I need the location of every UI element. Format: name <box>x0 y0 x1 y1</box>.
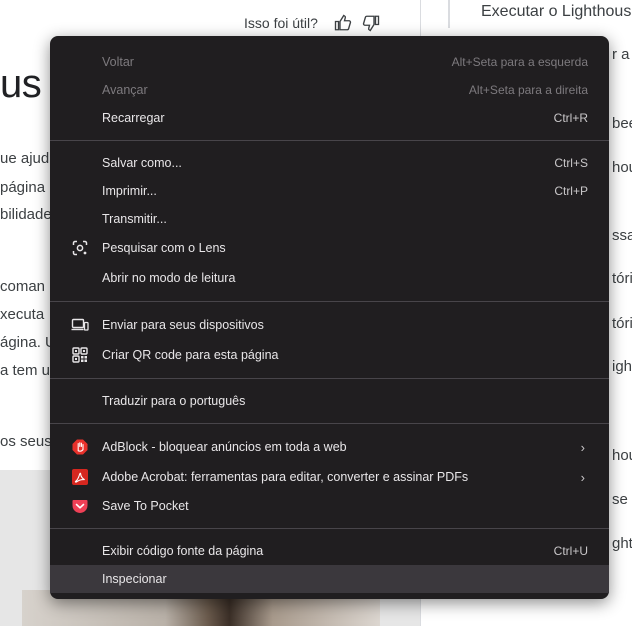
menu-item-label: Save To Pocket <box>102 499 189 513</box>
menu-item-view-source[interactable]: Exibir código fonte da página Ctrl+U <box>50 537 609 565</box>
feedback-label: Isso foi útil? <box>244 15 318 31</box>
menu-item-inspect[interactable]: Inspecionar <box>50 565 609 593</box>
menu-separator <box>50 140 609 141</box>
menu-separator <box>50 301 609 302</box>
menu-item-reload[interactable]: Recarregar Ctrl+R <box>50 104 609 132</box>
chevron-right-icon: › <box>580 439 585 455</box>
menu-item-label: Recarregar <box>102 111 165 125</box>
menu-item-shortcut: Ctrl+R <box>553 111 588 125</box>
context-menu: Voltar Alt+Seta para a esquerda Avançar … <box>50 36 609 599</box>
toc-item[interactable]: bee <box>612 115 632 132</box>
menu-item-lens[interactable]: Pesquisar com o Lens <box>50 233 609 263</box>
menu-item-adobe-acrobat[interactable]: Adobe Acrobat: ferramentas para editar, … <box>50 462 609 492</box>
menu-item-adblock[interactable]: AdBlock - bloquear anúncios em toda a we… <box>50 432 609 462</box>
toc-item[interactable]: hous <box>612 447 632 464</box>
menu-item-label: Salvar como... <box>102 156 182 170</box>
menu-separator <box>50 378 609 379</box>
article-text: ágina. U <box>0 334 56 351</box>
toc-item[interactable]: igh <box>612 358 632 375</box>
menu-item-shortcut: Ctrl+U <box>553 544 588 558</box>
adblock-icon <box>71 438 89 456</box>
menu-item-label: Abrir no modo de leitura <box>102 271 236 285</box>
article-text: bilidade <box>0 206 52 223</box>
toc-item[interactable]: ghtl <box>612 535 632 552</box>
menu-item-label: Imprimir... <box>102 184 157 198</box>
menu-item-label: Enviar para seus dispositivos <box>102 318 264 332</box>
menu-item-send-to-devices[interactable]: Enviar para seus dispositivos <box>50 310 609 340</box>
chevron-right-icon: › <box>580 469 585 485</box>
menu-item-save-as[interactable]: Salvar como... Ctrl+S <box>50 149 609 177</box>
menu-item-label: Voltar <box>102 55 134 69</box>
menu-item-back[interactable]: Voltar Alt+Seta para a esquerda <box>50 48 609 76</box>
menu-item-label: Criar QR code para esta página <box>102 348 279 362</box>
toc-item[interactable]: tóri <box>612 270 632 287</box>
menu-separator <box>50 528 609 529</box>
menu-item-label: Pesquisar com o Lens <box>102 241 226 255</box>
menu-item-label: AdBlock - bloquear anúncios em toda a we… <box>102 440 347 454</box>
menu-item-shortcut: Alt+Seta para a esquerda <box>451 55 588 69</box>
qr-code-icon <box>71 346 89 364</box>
acrobat-icon <box>71 468 89 486</box>
menu-item-label: Adobe Acrobat: ferramentas para editar, … <box>102 470 469 484</box>
menu-separator <box>50 423 609 424</box>
article-text: a tem u <box>0 362 51 379</box>
menu-item-label: Traduzir para o português <box>102 394 246 408</box>
menu-item-translate[interactable]: Traduzir para o português <box>50 387 609 415</box>
toc-item[interactable]: se <box>612 491 628 508</box>
menu-item-label: Avançar <box>102 83 148 97</box>
menu-item-cast[interactable]: Transmitir... <box>50 205 609 233</box>
menu-item-qr-code[interactable]: Criar QR code para esta página <box>50 340 609 370</box>
article-text: página <box>0 179 46 196</box>
menu-item-label: Inspecionar <box>102 572 167 586</box>
feedback-bar: Isso foi útil? <box>244 14 380 32</box>
article-heading: us <box>0 62 42 106</box>
devices-icon <box>71 316 89 334</box>
menu-item-print[interactable]: Imprimir... Ctrl+P <box>50 177 609 205</box>
lens-icon <box>71 239 89 257</box>
menu-item-reading-mode[interactable]: Abrir no modo de leitura <box>50 263 609 293</box>
toc-item[interactable]: r a <box>612 46 630 63</box>
toc-item[interactable]: ssar <box>612 227 632 244</box>
toc-item[interactable]: tóri <box>612 315 632 332</box>
menu-item-label: Transmitir... <box>102 212 167 226</box>
menu-item-shortcut: Ctrl+S <box>554 156 588 170</box>
toc-item[interactable]: hous <box>612 159 632 176</box>
thumbs-up-icon[interactable] <box>334 14 352 32</box>
article-text: ue ajud <box>0 150 50 167</box>
menu-item-forward[interactable]: Avançar Alt+Seta para a direita <box>50 76 609 104</box>
menu-item-shortcut: Alt+Seta para a direita <box>468 83 588 97</box>
menu-item-label: Exibir código fonte da página <box>102 544 264 558</box>
pocket-icon <box>71 497 89 515</box>
thumbs-down-icon[interactable] <box>362 14 380 32</box>
article-text: coman <box>0 278 46 295</box>
menu-item-save-to-pocket[interactable]: Save To Pocket <box>50 492 609 520</box>
article-text: xecuta <box>0 306 45 323</box>
menu-item-shortcut: Ctrl+P <box>554 184 588 198</box>
article-text: os seus <box>0 433 52 450</box>
toc-item[interactable]: Executar o Lighthous <box>481 3 631 21</box>
toc-active-indicator <box>448 0 450 28</box>
